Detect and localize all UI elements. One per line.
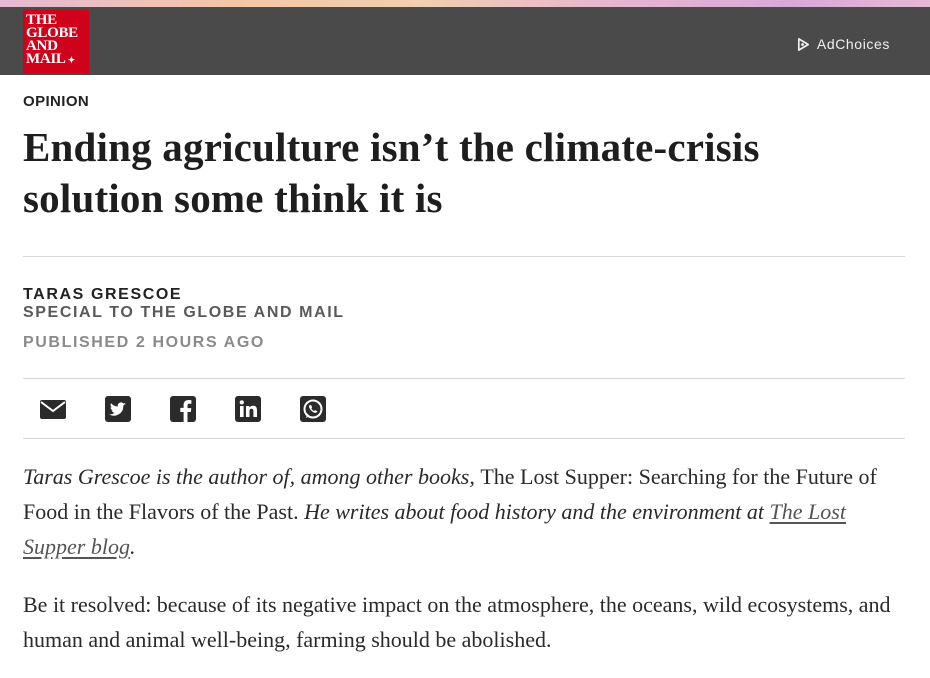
- section-label[interactable]: OPINION: [23, 93, 905, 110]
- maple-leaf-icon: ✦: [67, 55, 76, 65]
- byline: TARAS GRESCOE SPECIAL TO THE GLOBE AND M…: [23, 286, 905, 352]
- author-bio: Taras Grescoe is the author of, among ot…: [23, 459, 905, 564]
- adchoices-link[interactable]: AdChoices: [796, 36, 890, 52]
- twitter-icon[interactable]: [104, 395, 132, 423]
- bio-text: Taras Grescoe is the author of, among ot…: [23, 464, 481, 489]
- article-paragraph: Be it resolved: because of its negative …: [23, 592, 891, 652]
- logo-line: MAIL ✦: [26, 51, 76, 67]
- email-icon[interactable]: [39, 395, 67, 423]
- published-time: PUBLISHED 2 HOURS AGO: [23, 334, 265, 351]
- bio-text: He writes about food history and the env…: [298, 499, 770, 524]
- article-headline: Ending agriculture isn’t the climate-cri…: [23, 124, 760, 221]
- linkedin-icon[interactable]: [234, 395, 262, 423]
- top-color-strip: [0, 0, 930, 7]
- author-name[interactable]: TARAS GRESCOE: [23, 286, 905, 304]
- globe-and-mail-logo[interactable]: THE GLOBE AND MAIL ✦: [23, 10, 89, 74]
- adchoices-label: AdChoices: [816, 36, 890, 52]
- author-affiliation: SPECIAL TO THE GLOBE AND MAIL: [23, 304, 345, 321]
- share-bar: [23, 379, 905, 438]
- whatsapp-icon[interactable]: [299, 395, 327, 423]
- facebook-icon[interactable]: [169, 395, 197, 423]
- article-main: OPINION Ending agriculture isn’t the cli…: [0, 93, 930, 657]
- site-header: THE GLOBE AND MAIL ✦ AdChoices: [0, 7, 930, 75]
- adchoices-icon: [797, 37, 809, 51]
- divider: [23, 438, 905, 439]
- divider: [23, 256, 905, 257]
- bio-text: .: [129, 534, 136, 559]
